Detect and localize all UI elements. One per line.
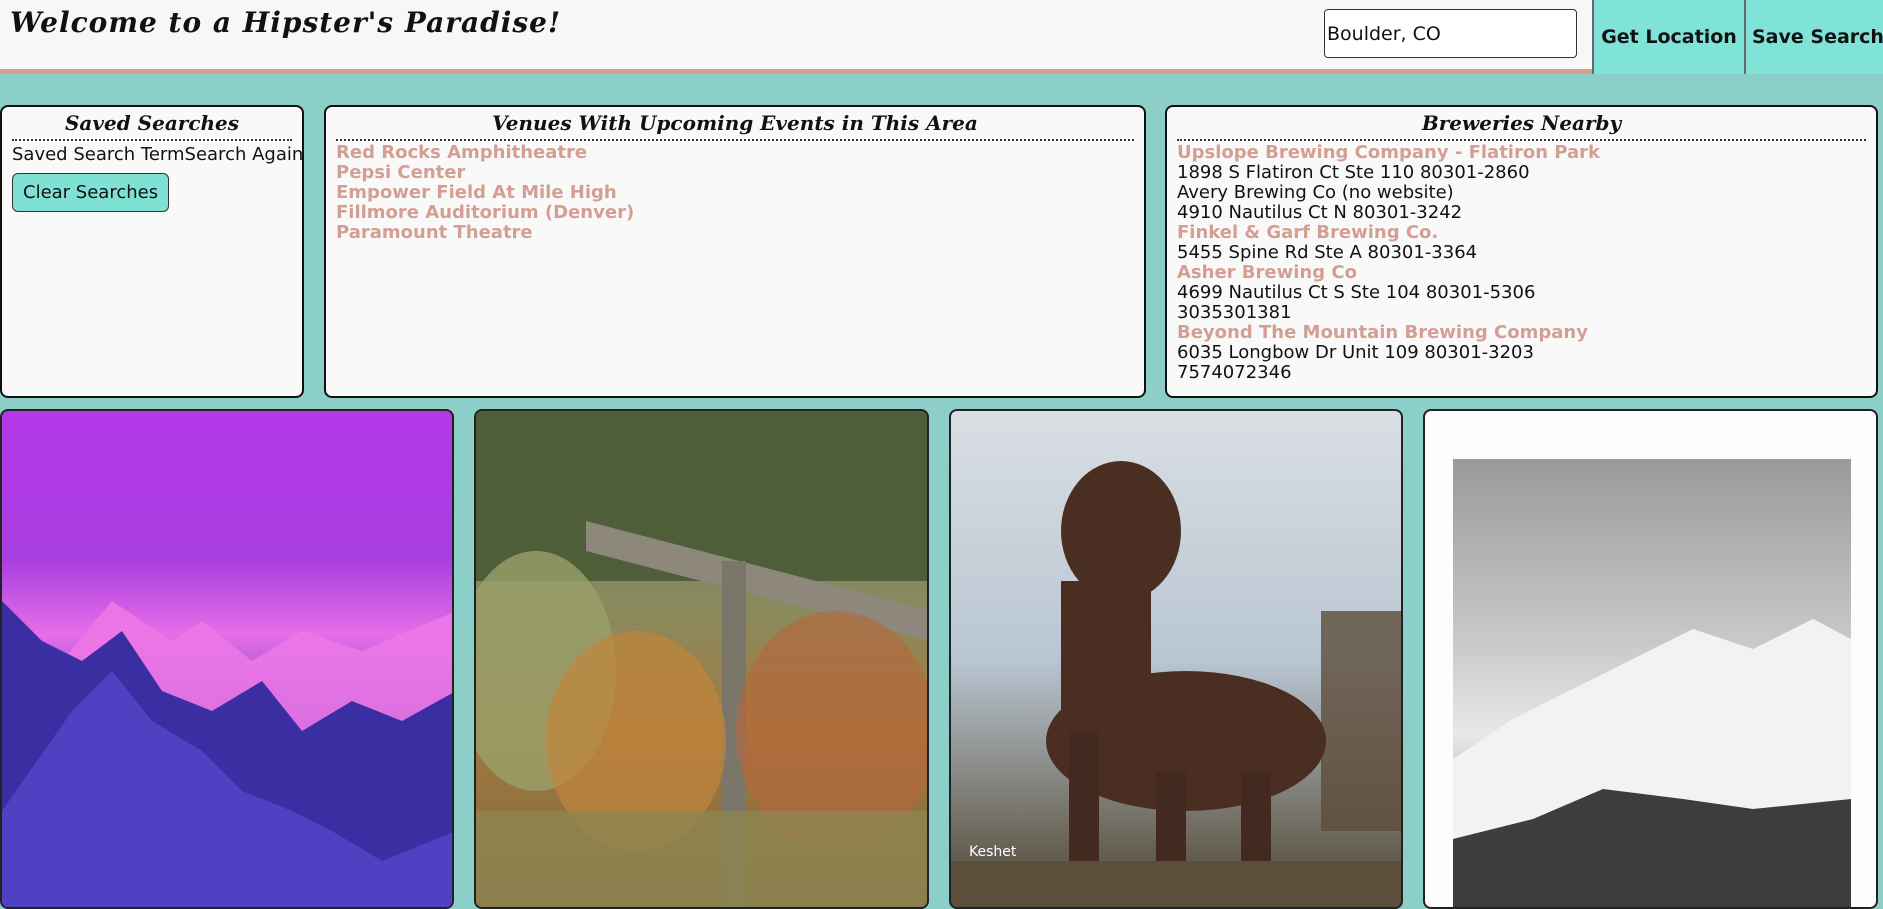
brewery-phone: 7574072346 (1177, 362, 1292, 383)
mountain-photo-bw (1423, 409, 1878, 909)
brewery-address: 4910 Nautilus Ct N 80301-3242 (1177, 202, 1463, 223)
brewery-phone: 3035301381 (1177, 302, 1292, 323)
breweries-panel: Breweries Nearby Upslope Brewing Company… (1165, 105, 1878, 398)
saved-searches-header-row: Saved Search TermSearch Again (12, 144, 302, 165)
mountain-bw-image (1453, 459, 1851, 907)
brewery-name: Avery Brewing Co (no website) (1177, 182, 1454, 203)
venues-panel: Venues With Upcoming Events in This Area… (324, 105, 1146, 398)
brewery-link[interactable]: Finkel & Garf Brewing Co. (1177, 223, 1866, 243)
top-bar: Welcome to a Hipster's Paradise! Get Loc… (0, 0, 1883, 74)
search-again-column-label: Search Again (184, 144, 304, 165)
venue-link[interactable]: Paramount Theatre (336, 223, 1134, 243)
saved-searches-title: Saved Searches (12, 111, 292, 141)
saved-term-column-label: Saved Search Term (12, 144, 185, 165)
brewery-address: 1898 S Flatiron Ct Ste 110 80301-2860 (1177, 162, 1530, 183)
brewery-address: 4699 Nautilus Ct S Ste 104 80301-5306 (1177, 282, 1536, 303)
brewery-list: Upslope Brewing Company - Flatiron Park 1… (1167, 141, 1876, 385)
fence-autumn-photo (474, 409, 929, 909)
clear-searches-button[interactable]: Clear Searches (12, 173, 170, 212)
brewery-link[interactable]: Asher Brewing Co (1177, 263, 1866, 283)
venue-link[interactable]: Empower Field At Mile High (336, 183, 1134, 203)
brewery-link[interactable]: Upslope Brewing Company - Flatiron Park (1177, 143, 1866, 163)
get-location-button[interactable]: Get Location (1592, 0, 1744, 74)
keshet-watermark: Keshet (969, 844, 1017, 860)
venues-title: Venues With Upcoming Events in This Area (336, 111, 1134, 141)
save-search-button[interactable]: Save Search (1744, 0, 1883, 74)
mountain-photo-purple (0, 409, 454, 909)
venue-link[interactable]: Pepsi Center (336, 163, 1134, 183)
brewery-address: 5455 Spine Rd Ste A 80301-3364 (1177, 242, 1478, 263)
brewery-address: 6035 Longbow Dr Unit 109 80301-3203 (1177, 342, 1534, 363)
saved-searches-panel: Saved Searches Saved Search TermSearch A… (0, 105, 304, 398)
location-search-input[interactable] (1324, 9, 1577, 58)
venue-link[interactable]: Fillmore Auditorium (Denver) (336, 203, 1134, 223)
venue-list: Red Rocks Amphitheatre Pepsi Center Empowe… (326, 141, 1144, 245)
breweries-title: Breweries Nearby (1177, 111, 1866, 141)
site-title: Welcome to a Hipster's Paradise! (10, 6, 562, 39)
venue-link[interactable]: Red Rocks Amphitheatre (336, 143, 1134, 163)
dog-photo: Keshet (949, 409, 1403, 909)
brewery-link[interactable]: Beyond The Mountain Brewing Company (1177, 323, 1866, 343)
